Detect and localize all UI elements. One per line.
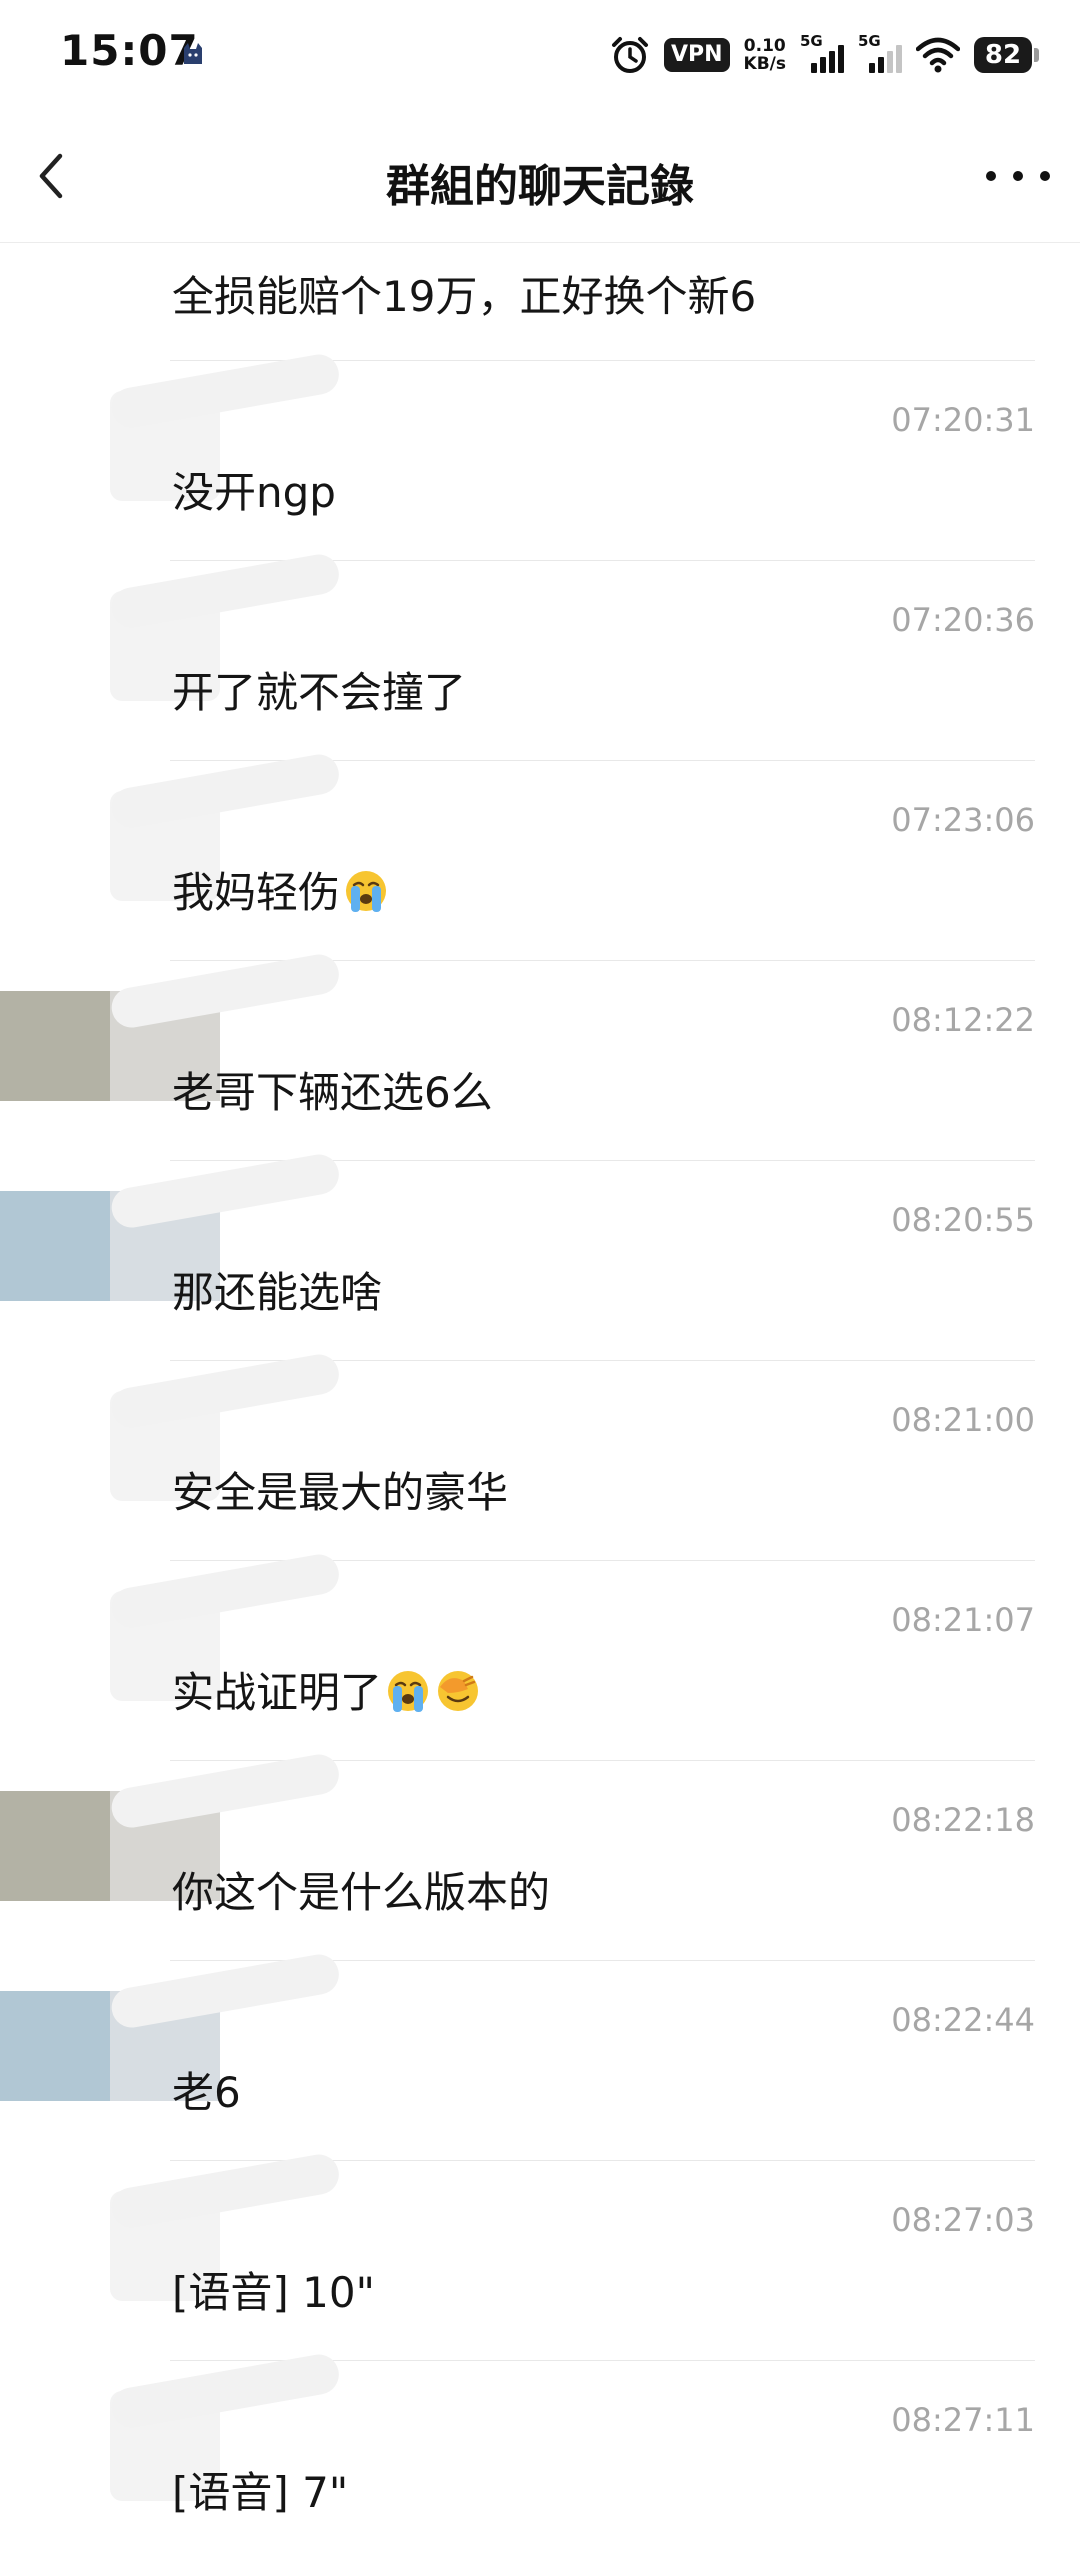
message-item[interactable]: 08:22:44 老6 <box>0 1951 1080 2161</box>
message-item[interactable]: 08:12:22 老哥下辆还选6么 <box>0 951 1080 1161</box>
message-text: 实战证明了 <box>172 1659 482 1720</box>
loudly-crying-face-icon <box>346 871 387 912</box>
sender-name-redacted <box>108 1951 342 2031</box>
sender-name-redacted <box>108 2151 342 2231</box>
loudly-crying-face-icon <box>388 1671 429 1712</box>
more-dot-icon <box>986 171 996 181</box>
message-text: 开了就不会撞了 <box>172 668 467 717</box>
sender-name-redacted <box>108 351 342 431</box>
message-time: 08:12:22 <box>891 1001 1035 1039</box>
network-speed-unit: KB/s <box>743 54 786 74</box>
message-text: 那还能选啥 <box>172 1268 383 1317</box>
battery-icon: 82 <box>974 35 1042 75</box>
message-time: 07:20:36 <box>891 601 1035 639</box>
message-time: 08:22:44 <box>891 2001 1035 2039</box>
message-time: 07:20:31 <box>891 401 1035 439</box>
message-text: 没开ngp <box>172 468 336 517</box>
message-time: 08:27:03 <box>891 2201 1035 2239</box>
page-title: 群組的聊天記錄 <box>386 161 694 212</box>
sender-name-redacted <box>108 1151 342 1231</box>
wifi-icon <box>916 37 960 73</box>
sender-name-redacted <box>108 2351 342 2431</box>
message-item[interactable]: 08:22:18 你这个是什么版本的 <box>0 1751 1080 1961</box>
navigation-bar: 群組的聊天記錄 <box>0 110 1080 243</box>
message-time: 08:20:55 <box>891 1201 1035 1239</box>
message-item[interactable]: 07:23:06 我妈轻伤 <box>0 751 1080 961</box>
chat-record-list[interactable]: 全损能赔个19万，正好换个新6 07:20:31 没开ngp 07:20:36 … <box>0 243 1080 2561</box>
status-time: 15:07 <box>60 26 199 75</box>
battery-level: 82 <box>974 37 1032 73</box>
message-item[interactable]: 08:27:03 [语音] 10" <box>0 2151 1080 2361</box>
status-icons: VPN 0.10 KB/s 5G 5G 82 <box>610 30 1042 80</box>
more-options-button[interactable] <box>986 154 1050 198</box>
message-text: 全损能赔个19万，正好换个新6 <box>172 272 757 321</box>
alarm-clock-icon <box>611 37 648 73</box>
message-item[interactable]: 07:20:31 没开ngp <box>0 351 1080 561</box>
message-text: 安全是最大的豪华 <box>172 1468 509 1517</box>
voice-message[interactable]: [语音] 10" <box>172 2259 375 2320</box>
sender-name-redacted <box>108 751 342 831</box>
sim2-signal-icon: 5G <box>858 33 902 77</box>
sender-name-redacted <box>108 1751 342 1831</box>
message-item[interactable]: 08:21:07 实战证明了 <box>0 1551 1080 1761</box>
cat-notification-icon <box>184 43 202 64</box>
sender-name-redacted <box>108 951 342 1031</box>
message-item[interactable]: 08:20:55 那还能选啥 <box>0 1151 1080 1361</box>
more-dot-icon <box>1013 171 1023 181</box>
message-time: 07:23:06 <box>891 801 1035 839</box>
face-palm-icon <box>438 1671 479 1711</box>
network-speed-value: 0.10 <box>743 36 786 56</box>
sender-name-redacted <box>108 1351 342 1431</box>
sim1-signal-icon: 5G <box>800 33 844 77</box>
message-item[interactable]: 全损能赔个19万，正好换个新6 <box>0 243 1080 361</box>
vpn-badge: VPN <box>663 38 730 72</box>
message-time: 08:21:07 <box>891 1601 1035 1639</box>
message-time: 08:22:18 <box>891 1801 1035 1839</box>
message-time: 08:21:00 <box>891 1401 1035 1439</box>
voice-message[interactable]: [语音] 7" <box>172 2459 348 2520</box>
message-item[interactable]: 08:21:00 安全是最大的豪华 <box>0 1351 1080 1561</box>
sender-name-redacted <box>108 1551 342 1631</box>
message-time: 08:27:11 <box>891 2401 1035 2439</box>
message-text: 你这个是什么版本的 <box>172 1868 551 1917</box>
network-speed: 0.10 KB/s <box>744 37 786 73</box>
status-bar: 15:07 VPN 0.10 KB/s 5G 5G 82 <box>0 0 1080 110</box>
sender-name-redacted <box>108 551 342 631</box>
message-text: 老哥下辆还选6么 <box>172 1068 493 1117</box>
more-dot-icon <box>1040 171 1050 181</box>
message-text: 我妈轻伤 <box>172 859 390 920</box>
message-item[interactable]: 08:27:11 [语音] 7" <box>0 2351 1080 2561</box>
message-text: 老6 <box>172 2068 241 2117</box>
message-item[interactable]: 07:20:36 开了就不会撞了 <box>0 551 1080 761</box>
